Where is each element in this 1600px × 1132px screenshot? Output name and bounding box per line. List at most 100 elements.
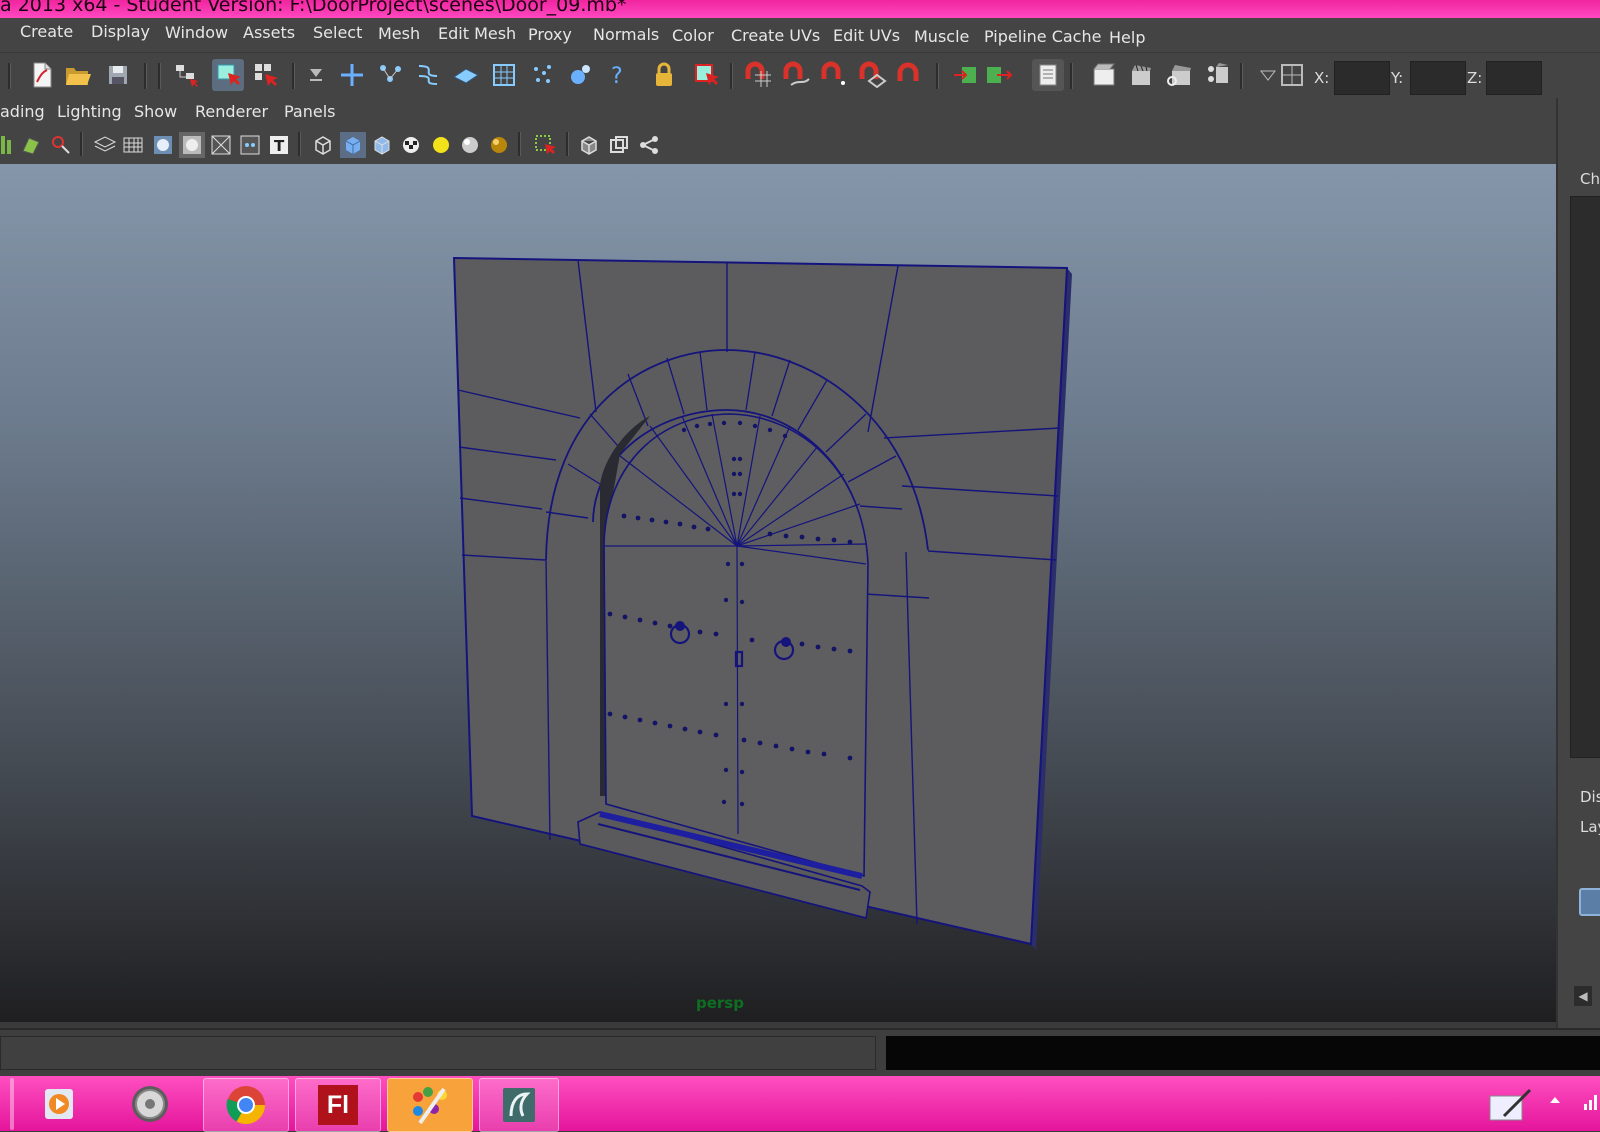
wireframe-cube-icon[interactable] <box>310 132 336 158</box>
panel-menu-lighting[interactable]: Lighting <box>57 102 122 121</box>
door-mesh-wireframe[interactable] <box>0 164 1556 1022</box>
shadows-icon[interactable] <box>486 132 512 158</box>
y-input-field[interactable] <box>1410 61 1466 95</box>
scroll-left-icon[interactable]: ◀ <box>1574 986 1592 1006</box>
select-by-surface-icon[interactable] <box>450 59 482 91</box>
command-line-bar <box>0 1028 1600 1078</box>
select-object-icon[interactable] <box>212 59 244 91</box>
select-by-rendering-icon[interactable] <box>564 59 596 91</box>
menu-color[interactable]: Color <box>672 26 714 45</box>
isolate-select-icon[interactable] <box>532 132 558 158</box>
menu-window[interactable]: Window <box>165 23 228 42</box>
render-current-frame-icon[interactable] <box>1088 59 1120 91</box>
select-by-misc-icon[interactable]: ? <box>602 59 634 91</box>
panel-menu-panels[interactable]: Panels <box>284 102 336 121</box>
menu-edit-mesh[interactable]: Edit Mesh <box>438 24 516 43</box>
checker-texture-icon[interactable] <box>398 132 424 158</box>
save-scene-icon[interactable] <box>102 59 134 91</box>
select-by-deformation-icon[interactable] <box>488 59 520 91</box>
paint-icon[interactable] <box>387 1078 473 1132</box>
snap-to-curve-icon[interactable] <box>780 59 812 91</box>
menu-proxy[interactable]: Proxy <box>528 25 572 44</box>
chrome-icon[interactable] <box>203 1078 289 1132</box>
channel-box-tab[interactable]: Ch <box>1580 170 1600 188</box>
select-by-dynamic-icon[interactable] <box>526 59 558 91</box>
z-input-field[interactable] <box>1486 61 1542 95</box>
channel-box-area[interactable] <box>1570 196 1600 758</box>
pen-input-icon[interactable] <box>1486 1086 1534 1128</box>
layers-menu[interactable]: Lay <box>1580 818 1600 836</box>
panel-menu-renderer[interactable]: Renderer <box>195 102 268 121</box>
absolute-transform-icon[interactable] <box>1276 59 1308 91</box>
media-player-icon[interactable] <box>26 1078 90 1130</box>
menu-muscle[interactable]: Muscle <box>914 27 969 46</box>
smooth-shaded-cube-icon[interactable] <box>340 132 366 158</box>
grid-toggle-icon[interactable] <box>120 132 146 158</box>
flat-shade-icon[interactable] <box>179 132 205 158</box>
menu-create[interactable]: Create <box>20 22 73 41</box>
toolbar-separator <box>936 63 939 89</box>
display-layers-tab[interactable]: Dis <box>1580 788 1600 806</box>
menu-pipeline-cache[interactable]: Pipeline Cache <box>984 27 1101 46</box>
render-settings-icon[interactable] <box>1164 59 1196 91</box>
share-icon[interactable] <box>636 132 662 158</box>
toolbar-separator <box>566 132 569 156</box>
svg-text:T: T <box>274 137 285 155</box>
network-signal-icon[interactable] <box>1582 1090 1600 1116</box>
use-default-material-icon[interactable]: T <box>266 132 292 158</box>
toolbar-separator <box>158 63 161 89</box>
input-ops-icon[interactable] <box>950 59 982 91</box>
textured-cube-icon[interactable] <box>369 132 395 158</box>
view-cube-icon[interactable] <box>576 132 602 158</box>
toolbar-separator <box>292 63 295 89</box>
select-component-icon[interactable] <box>250 59 282 91</box>
maya-icon[interactable] <box>479 1078 559 1132</box>
xray-icon[interactable] <box>237 132 263 158</box>
command-input[interactable] <box>0 1036 876 1070</box>
snap-to-grid-icon[interactable] <box>742 59 774 91</box>
2d-pan-zoom-icon[interactable] <box>48 132 74 158</box>
hypershade-icon[interactable] <box>1202 59 1234 91</box>
title-bar: a 2013 x64 - Student Version: F:\DoorPro… <box>0 0 1600 18</box>
construction-history-icon[interactable] <box>1032 59 1064 91</box>
main-menubar: Create Display Window Assets Select Mesh… <box>0 18 1600 52</box>
menu-select[interactable]: Select <box>313 23 362 42</box>
select-hierarchy-icon[interactable] <box>172 59 204 91</box>
select-by-handle-icon[interactable] <box>336 59 368 91</box>
menu-edit-uvs[interactable]: Edit UVs <box>833 26 900 45</box>
panel-menu-show[interactable]: Show <box>134 102 177 121</box>
default-lighting-icon[interactable] <box>428 132 454 158</box>
smooth-shade-icon[interactable] <box>150 132 176 158</box>
highlight-selection-icon[interactable] <box>690 59 722 91</box>
menu-mesh[interactable]: Mesh <box>378 24 420 43</box>
disc-icon[interactable] <box>118 1078 182 1130</box>
output-ops-icon[interactable] <box>984 59 1016 91</box>
frame-all-icon[interactable] <box>606 132 632 158</box>
toolbar-separator <box>518 132 521 156</box>
x-input-field[interactable] <box>1334 61 1390 95</box>
open-scene-icon[interactable] <box>62 59 94 91</box>
perspective-viewport[interactable]: persp <box>0 164 1556 1022</box>
select-by-joint-icon[interactable] <box>374 59 406 91</box>
wireframe-shading-icon[interactable] <box>92 132 118 158</box>
menu-assets[interactable]: Assets <box>243 23 295 42</box>
menu-display[interactable]: Display <box>91 22 150 41</box>
mask-dropdown-icon[interactable] <box>300 59 332 91</box>
select-by-curve-icon[interactable] <box>412 59 444 91</box>
all-lights-icon[interactable] <box>457 132 483 158</box>
tray-expand-icon[interactable] <box>1548 1092 1562 1111</box>
menu-help[interactable]: Help <box>1109 28 1145 47</box>
menu-normals[interactable]: Normals <box>593 25 659 44</box>
wireframe-on-shaded-icon[interactable] <box>208 132 234 158</box>
panel-menu-shading[interactable]: ading <box>0 102 45 121</box>
ipr-render-icon[interactable] <box>1126 59 1158 91</box>
snap-to-view-plane-icon[interactable] <box>856 59 888 91</box>
new-layer-button[interactable] <box>1579 888 1600 916</box>
make-live-icon[interactable] <box>894 59 926 91</box>
image-plane-icon[interactable] <box>18 132 44 158</box>
menu-create-uvs[interactable]: Create UVs <box>731 26 820 45</box>
snap-to-point-icon[interactable] <box>818 59 850 91</box>
lock-selection-icon[interactable] <box>648 59 680 91</box>
new-scene-icon[interactable] <box>26 59 58 91</box>
flash-icon[interactable]: Fl <box>295 1078 381 1132</box>
